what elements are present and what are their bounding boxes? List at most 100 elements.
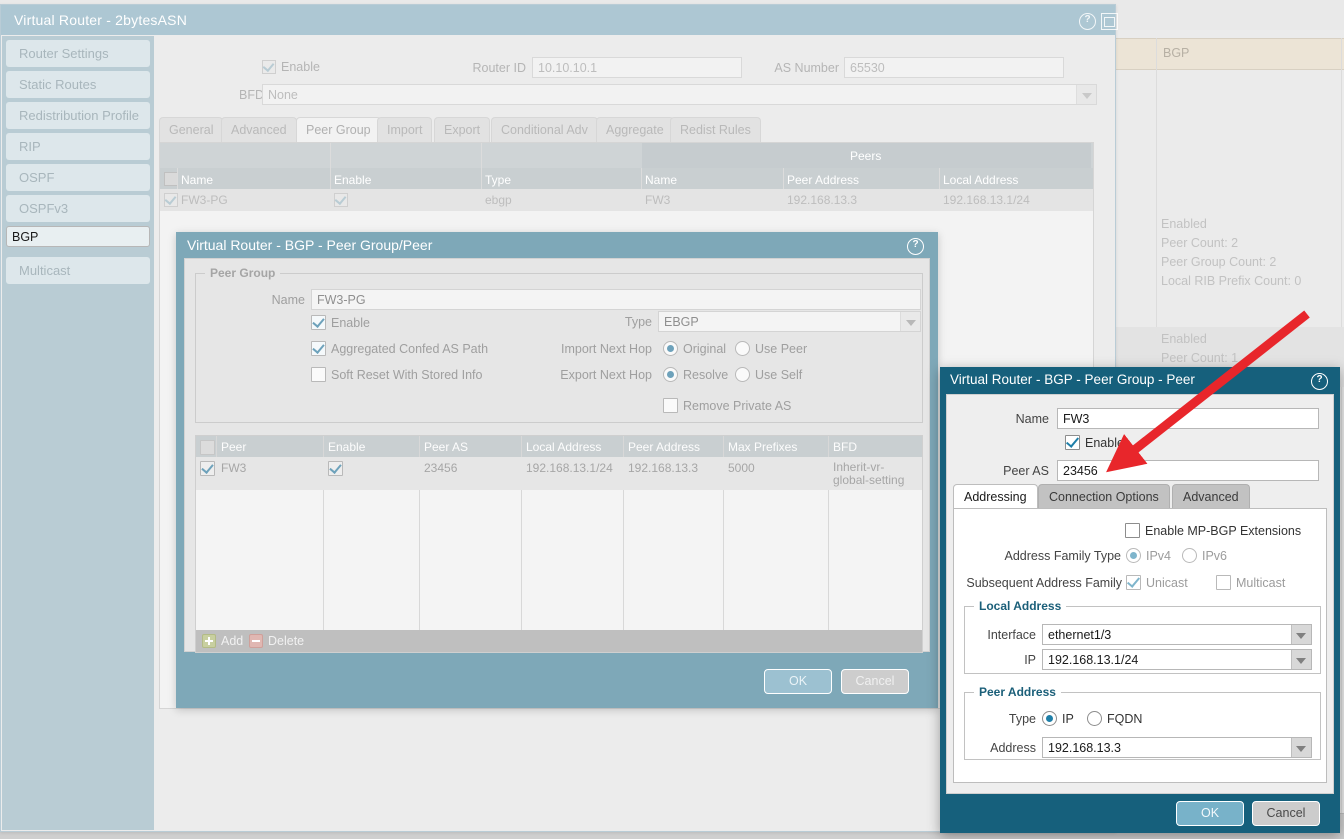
minimize-icon[interactable] xyxy=(1101,13,1118,30)
peer-address-select[interactable]: 192.168.13.3 xyxy=(1042,737,1312,758)
tab-advanced[interactable]: Advanced xyxy=(221,117,297,142)
sidebar-item-ospf[interactable]: OSPF xyxy=(6,164,150,191)
peer-cell-enable-checkbox xyxy=(328,461,343,476)
tab-aggregate[interactable]: Aggregate xyxy=(596,117,674,142)
pg-export-next-hop-use-self-radio[interactable] xyxy=(735,367,750,382)
peer-group-ok-button[interactable]: OK xyxy=(764,669,832,694)
peer-subsequent-multicast-label: Multicast xyxy=(1236,576,1285,590)
vr-grid-select-all-checkbox[interactable] xyxy=(164,172,178,186)
peer-grid-delete-button[interactable]: Delete xyxy=(249,634,304,648)
local-address-legend: Local Address xyxy=(974,599,1066,613)
pg-import-next-hop-use-peer-radio[interactable] xyxy=(735,341,750,356)
sidebar-item-ospfv3[interactable]: OSPFv3 xyxy=(6,195,150,222)
help-icon[interactable]: ? xyxy=(1311,373,1328,390)
virtual-router-title: Virtual Router - 2bytesASN xyxy=(14,12,187,28)
tab-import[interactable]: Import xyxy=(377,117,432,142)
bg-row-status: Enabled xyxy=(1161,215,1301,234)
peer-col-peer: Peer xyxy=(221,440,246,454)
help-icon[interactable]: ? xyxy=(1079,13,1096,30)
tab-conditional-adv[interactable]: Conditional Adv xyxy=(491,117,598,142)
peer-cell-peer-as: 23456 xyxy=(424,461,457,475)
sidebar-item-multicast[interactable]: Multicast xyxy=(6,257,150,284)
tab-peer-group[interactable]: Peer Group xyxy=(296,117,381,142)
vr-as-number-label: AS Number xyxy=(754,61,839,75)
peer-address-family-ipv6-radio[interactable] xyxy=(1182,548,1197,563)
pg-type-select[interactable]: EBGP xyxy=(658,311,921,332)
sidebar-item-router-settings[interactable]: Router Settings xyxy=(6,40,150,67)
peer-addressing-panel: Enable MP-BGP Extensions Address Family … xyxy=(953,508,1327,783)
peer-dialog: Virtual Router - BGP - Peer Group - Peer… xyxy=(940,367,1340,833)
peer-col-enable: Enable xyxy=(328,440,365,454)
pg-name-input[interactable]: FW3-PG xyxy=(311,289,921,310)
pg-export-next-hop-resolve-radio[interactable] xyxy=(663,367,678,382)
sidebar-item-redistribution-profile[interactable]: Redistribution Profile xyxy=(6,102,150,129)
vr-row-select-checkbox[interactable] xyxy=(164,193,178,207)
pg-soft-reset-checkbox[interactable] xyxy=(311,367,326,382)
peer-group-cancel-button[interactable]: Cancel xyxy=(841,669,909,694)
vr-router-id-input[interactable]: 10.10.10.1 xyxy=(532,57,742,78)
tab-label: Peer Group xyxy=(306,123,371,137)
peer-group-dialog-title: Virtual Router - BGP - Peer Group/Peer xyxy=(187,237,432,253)
chevron-down-icon xyxy=(1076,85,1096,104)
vr-enable-checkbox[interactable] xyxy=(262,60,276,74)
help-icon[interactable]: ? xyxy=(907,238,924,255)
sidebar-item-rip[interactable]: RIP xyxy=(6,133,150,160)
peer-row-select-checkbox[interactable] xyxy=(200,461,215,476)
sidebar-item-bgp[interactable]: BGP xyxy=(6,226,150,247)
peer-name-input[interactable]: FW3 xyxy=(1057,408,1319,429)
bg-row-status: Enabled xyxy=(1161,330,1238,349)
peer-subsequent-unicast-checkbox[interactable] xyxy=(1126,575,1141,590)
vr-as-number-input[interactable]: 65530 xyxy=(844,57,1064,78)
peer-address-type-label: Type xyxy=(974,712,1036,726)
peer-enable-checkbox[interactable] xyxy=(1065,435,1080,450)
peer-subsequent-multicast-checkbox[interactable] xyxy=(1216,575,1231,590)
bg-row-line: Peer Count: 2 xyxy=(1161,234,1301,253)
vr-grid-row[interactable]: FW3-PG ebgp FW3 192.168.13.3 192.168.13.… xyxy=(160,189,1093,211)
tab-general[interactable]: General xyxy=(159,117,223,142)
peer-grid-select-all-checkbox[interactable] xyxy=(200,440,215,455)
peer-as-input[interactable]: 23456 xyxy=(1057,460,1319,481)
peer-address-family-ipv4-radio[interactable] xyxy=(1126,548,1141,563)
sidebar-item-label: BGP xyxy=(12,230,38,244)
pg-import-next-hop-original-radio[interactable] xyxy=(663,341,678,356)
peer-grid-add-button[interactable]: Add xyxy=(202,634,243,648)
sidebar-item-label: OSPFv3 xyxy=(19,201,68,216)
vr-enable-label: Enable xyxy=(281,60,320,74)
vr-cell-name: FW3-PG xyxy=(181,193,228,207)
peer-grid-row[interactable]: FW3 23456 192.168.13.1/24 192.168.13.3 5… xyxy=(196,457,922,490)
peer-ok-button[interactable]: OK xyxy=(1176,801,1244,826)
peer-col-bfd: BFD xyxy=(833,440,857,454)
peer-address-type-fqdn-radio[interactable] xyxy=(1087,711,1102,726)
sidebar-item-static-routes[interactable]: Static Routes xyxy=(6,71,150,98)
tab-label: Conditional Adv xyxy=(501,123,588,137)
peer-address-family-ipv6-label: IPv6 xyxy=(1202,549,1227,563)
tab-redist-rules[interactable]: Redist Rules xyxy=(670,117,761,142)
peer-enable-label: Enable xyxy=(1085,436,1124,450)
peer-address-type-ip-radio[interactable] xyxy=(1042,711,1057,726)
pg-remove-private-as-checkbox[interactable] xyxy=(663,398,678,413)
peer-grid-delete-label: Delete xyxy=(268,634,304,648)
peer-group-peer-grid: Peer Enable Peer AS Local Address Peer A… xyxy=(195,435,923,653)
peer-enable-mp-bgp-checkbox[interactable] xyxy=(1125,523,1140,538)
pg-export-next-hop-use-self-label: Use Self xyxy=(755,368,802,382)
vr-bfd-select[interactable]: None xyxy=(262,84,1097,105)
peer-address-type-ip-label: IP xyxy=(1062,712,1074,726)
pg-export-next-hop-label: Export Next Hop xyxy=(540,368,652,382)
peer-group-dialog-content: Peer Group Name FW3-PG Enable Aggregated… xyxy=(184,258,930,652)
pg-enable-checkbox[interactable] xyxy=(311,315,326,330)
tab-connection-options[interactable]: Connection Options xyxy=(1038,484,1170,509)
vr-cell-local-address: 192.168.13.1/24 xyxy=(943,193,1030,207)
local-interface-select[interactable]: ethernet1/3 xyxy=(1042,624,1312,645)
pg-type-value: EBGP xyxy=(664,315,699,329)
tab-advanced[interactable]: Advanced xyxy=(1172,484,1250,509)
peer-cell-peer: FW3 xyxy=(221,461,246,475)
pg-aggregated-confed-as-path-checkbox[interactable] xyxy=(311,341,326,356)
tab-addressing[interactable]: Addressing xyxy=(953,484,1038,509)
peer-col-peer-as: Peer AS xyxy=(424,440,468,454)
peer-cancel-button[interactable]: Cancel xyxy=(1252,801,1320,826)
vr-cell-peer-address: 192.168.13.3 xyxy=(787,193,857,207)
tab-export[interactable]: Export xyxy=(434,117,490,142)
peer-address-family-type-label: Address Family Type xyxy=(969,549,1121,563)
vr-col-peer-name: Name xyxy=(645,173,677,187)
local-ip-select[interactable]: 192.168.13.1/24 xyxy=(1042,649,1312,670)
